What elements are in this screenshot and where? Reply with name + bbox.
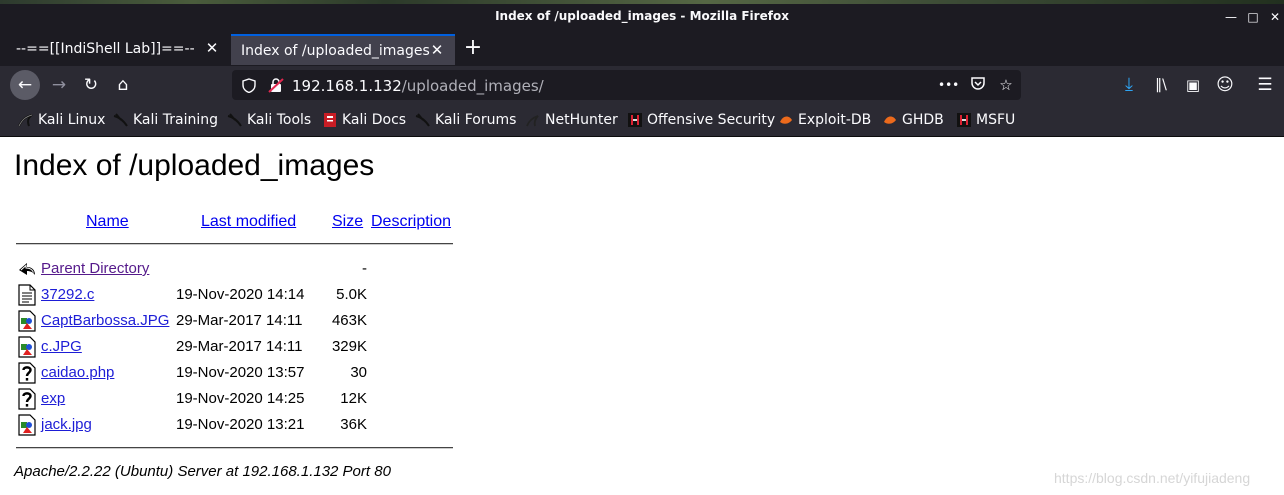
page-content: Index of /uploaded_images Name Last modi… <box>0 137 1284 495</box>
library-icon[interactable]: ‖\ <box>1150 74 1172 96</box>
table-row: exp 19-Nov-2020 14:25 12K <box>0 387 460 411</box>
file-link[interactable]: exp <box>41 390 65 407</box>
nethunter-icon <box>526 115 539 127</box>
table-row-parent: Parent Directory - <box>0 257 460 281</box>
new-tab-button[interactable]: + <box>462 37 484 59</box>
file-size: - <box>362 260 367 277</box>
download-icon[interactable]: ⤓ <box>1118 74 1140 96</box>
offsec-icon <box>628 113 642 127</box>
table-row: caidao.php 19-Nov-2020 13:57 30 <box>0 361 460 385</box>
file-date: 19-Nov-2020 14:14 <box>176 286 305 303</box>
bookmark-label: Kali Docs <box>342 112 407 128</box>
table-row: 37292.c 19-Nov-2020 14:14 5.0K <box>0 283 460 307</box>
kali-docs-icon <box>324 113 336 127</box>
column-header-name[interactable]: Name <box>86 213 129 231</box>
desktop-wallpaper-strip <box>0 0 1284 4</box>
bookmark-label: MSFU <box>976 112 1016 128</box>
forward-button[interactable]: → <box>44 70 74 100</box>
header-divider <box>16 243 453 245</box>
back-button[interactable]: ← <box>10 70 40 100</box>
file-size: 30 <box>350 364 367 381</box>
kali-dragon-icon <box>113 113 128 127</box>
file-date: 29-Mar-2017 14:11 <box>176 338 303 355</box>
file-size: 463K <box>331 312 367 329</box>
watermark: https://blog.csdn.net/yifujiadeng <box>1054 470 1251 486</box>
exploit-db-icon <box>780 116 792 124</box>
page-title: Index of /uploaded_images <box>14 149 375 182</box>
file-size: 329K <box>331 338 367 355</box>
tab-uploaded-images[interactable]: Index of /uploaded_images ✕ <box>231 34 455 65</box>
menu-icon[interactable]: ☰ <box>1254 74 1276 96</box>
footer-divider <box>16 447 453 449</box>
bookmark-label: Offensive Security <box>647 112 776 128</box>
offsec-icon <box>957 113 971 127</box>
file-link[interactable]: 37292.c <box>41 286 94 303</box>
text-file-icon <box>18 284 36 306</box>
bookmark-label: GHDB <box>902 112 944 128</box>
tab-strip: --==[[IndiShell Lab]]==-- ✕ Index of /up… <box>0 32 1284 66</box>
bookmark-label: Exploit-DB <box>798 112 872 128</box>
minimize-button[interactable]: — <box>1224 10 1238 24</box>
unknown-file-icon <box>18 362 36 384</box>
file-link[interactable]: caidao.php <box>41 364 114 381</box>
close-window-button[interactable]: ✕ <box>1268 10 1282 24</box>
back-arrow-icon <box>19 263 35 275</box>
url-path: /uploaded_images/ <box>401 77 544 95</box>
unknown-file-icon <box>18 388 36 410</box>
tab-label: --==[[IndiShell Lab]]==-- <box>16 41 195 57</box>
close-icon[interactable]: ✕ <box>204 40 220 56</box>
file-size: 5.0K <box>336 286 367 303</box>
close-icon[interactable]: ✕ <box>429 42 445 58</box>
bookmark-label: Kali Training <box>133 112 218 128</box>
file-size: 12K <box>340 390 367 407</box>
url-bar[interactable]: 192.168.1.132/uploaded_images/ ••• ☆ <box>232 70 1021 100</box>
maximize-button[interactable]: □ <box>1246 10 1260 24</box>
kali-dragon-icon <box>227 113 242 127</box>
ghdb-icon <box>884 116 896 124</box>
bookmark-star-icon[interactable]: ☆ <box>996 75 1016 95</box>
file-date: 19-Nov-2020 13:21 <box>176 416 305 433</box>
window-title: Index of /uploaded_images - Mozilla Fire… <box>495 9 789 23</box>
parent-directory-link[interactable]: Parent Directory <box>41 260 149 277</box>
page-actions-icon[interactable]: ••• <box>938 75 959 95</box>
url-host: 192.168.1.132 <box>292 77 402 95</box>
bookmarks-toolbar: Kali Linux Kali Training Kali Tools Kali… <box>0 104 1284 137</box>
navigation-toolbar: ← → ↻ ⌂ 192.168.1.132/uploaded_images/ •… <box>0 66 1284 104</box>
title-bar: Index of /uploaded_images - Mozilla Fire… <box>0 0 1284 32</box>
kali-dragon-icon <box>18 114 33 127</box>
file-link[interactable]: jack.jpg <box>41 416 92 433</box>
column-header-description[interactable]: Description <box>371 213 451 231</box>
kali-dragon-icon <box>415 113 430 127</box>
server-signature: Apache/2.2.22 (Ubuntu) Server at 192.168… <box>14 463 391 480</box>
account-icon[interactable]: ☺ <box>1214 74 1236 96</box>
table-row: CaptBarbossa.JPG 29-Mar-2017 14:11 463K <box>0 309 460 333</box>
file-date: 19-Nov-2020 13:57 <box>176 364 305 381</box>
bookmark-label: NetHunter <box>545 112 618 128</box>
reload-button[interactable]: ↻ <box>76 70 106 100</box>
image-file-icon <box>18 336 36 358</box>
bookmark-label: Kali Linux <box>38 112 106 128</box>
file-link[interactable]: c.JPG <box>41 338 82 355</box>
tab-indishell-lab[interactable]: --==[[IndiShell Lab]]==-- ✕ <box>4 34 230 65</box>
bookmark-label: Kali Forums <box>435 112 517 128</box>
sidebar-icon[interactable]: ▣ <box>1182 74 1204 96</box>
file-date: 29-Mar-2017 14:11 <box>176 312 303 329</box>
column-header-last-modified[interactable]: Last modified <box>201 213 296 231</box>
bookmark-label: Kali Tools <box>247 112 312 128</box>
image-file-icon <box>18 310 36 332</box>
file-link[interactable]: CaptBarbossa.JPG <box>41 312 169 329</box>
home-button[interactable]: ⌂ <box>108 70 138 100</box>
url-text[interactable]: 192.168.1.132/uploaded_images/ <box>292 77 544 95</box>
tab-label: Index of /uploaded_images <box>241 43 430 59</box>
image-file-icon <box>18 414 36 436</box>
insecure-lock-icon[interactable] <box>268 78 284 97</box>
tracking-shield-icon[interactable] <box>242 78 256 97</box>
column-header-size[interactable]: Size <box>332 213 363 231</box>
table-row: jack.jpg 19-Nov-2020 13:21 36K <box>0 413 460 437</box>
table-row: c.JPG 29-Mar-2017 14:11 329K <box>0 335 460 359</box>
file-size: 36K <box>340 416 367 433</box>
pocket-icon[interactable] <box>968 75 988 95</box>
file-date: 19-Nov-2020 14:25 <box>176 390 305 407</box>
